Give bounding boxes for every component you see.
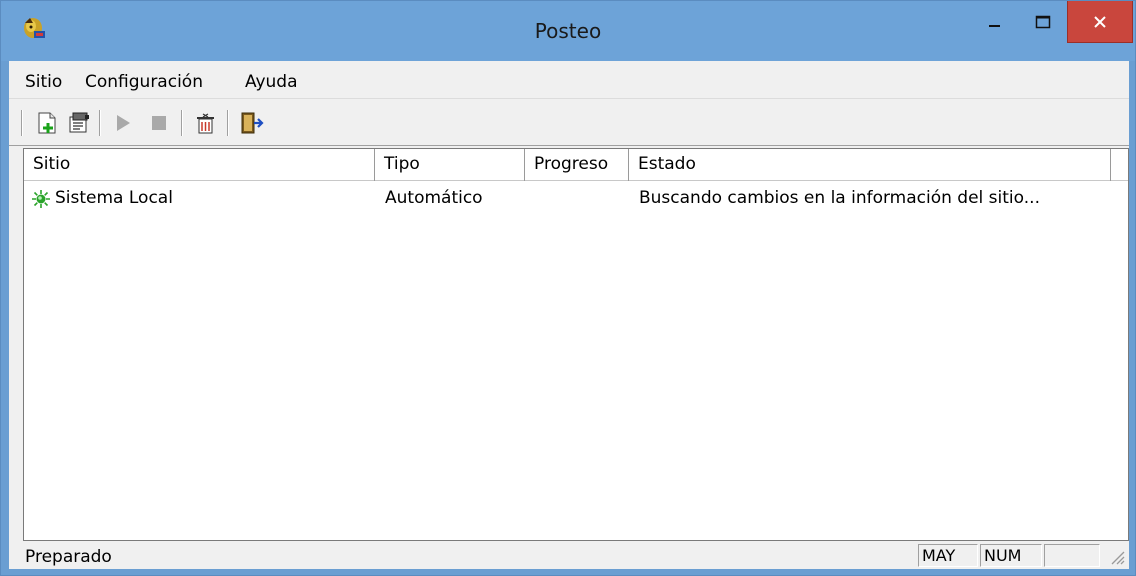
list-header: Sitio Tipo Progreso Estado bbox=[24, 149, 1128, 181]
application-window: Posteo Sitio Configuración Ayuda Sitio T… bbox=[0, 0, 1136, 576]
toolbar-separator bbox=[227, 110, 229, 136]
column-header-filler bbox=[1111, 149, 1128, 181]
status-text: Preparado bbox=[25, 547, 112, 567]
resize-grip-icon[interactable] bbox=[1107, 547, 1125, 565]
minimize-icon bbox=[989, 25, 1000, 27]
maximize-icon bbox=[1035, 15, 1051, 29]
maximize-button[interactable] bbox=[1019, 1, 1067, 43]
cell-estado: Buscando cambios en la información del s… bbox=[639, 188, 1040, 208]
status-active-icon bbox=[32, 190, 50, 208]
column-header-tipo[interactable]: Tipo bbox=[375, 149, 525, 181]
play-icon[interactable] bbox=[109, 109, 137, 137]
new-site-icon[interactable] bbox=[33, 109, 61, 137]
menu-configuracion[interactable]: Configuración bbox=[85, 72, 203, 92]
toolbar-separator bbox=[21, 110, 23, 136]
stop-icon[interactable] bbox=[145, 109, 173, 137]
exit-icon[interactable] bbox=[237, 109, 265, 137]
properties-icon[interactable] bbox=[65, 109, 93, 137]
toolbar-separator bbox=[181, 110, 183, 136]
title-bar[interactable]: Posteo bbox=[1, 1, 1135, 61]
status-panel-caps: MAY bbox=[918, 544, 978, 567]
menu-ayuda[interactable]: Ayuda bbox=[245, 72, 298, 92]
delete-icon[interactable] bbox=[191, 109, 219, 137]
list-item[interactable]: Sistema Local Automático Buscando cambio… bbox=[24, 183, 1128, 213]
cell-sitio: Sistema Local bbox=[55, 188, 173, 208]
menu-bar: Sitio Configuración Ayuda bbox=[9, 61, 1129, 99]
close-icon bbox=[1094, 15, 1106, 28]
toolbar bbox=[9, 100, 1129, 146]
status-panel-num: NUM bbox=[980, 544, 1042, 567]
window-title: Posteo bbox=[534, 19, 602, 43]
client-area: Sitio Configuración Ayuda Sitio Tipo Pro… bbox=[9, 61, 1129, 569]
status-bar: Preparado MAY NUM bbox=[9, 541, 1129, 569]
toolbar-separator bbox=[99, 110, 101, 136]
site-list[interactable]: Sitio Tipo Progreso Estado Sistema Local… bbox=[23, 148, 1129, 541]
minimize-button[interactable] bbox=[971, 1, 1019, 43]
menu-sitio[interactable]: Sitio bbox=[25, 72, 62, 92]
column-header-sitio[interactable]: Sitio bbox=[24, 149, 375, 181]
column-header-progreso[interactable]: Progreso bbox=[525, 149, 629, 181]
cell-tipo: Automático bbox=[385, 188, 483, 208]
column-header-estado[interactable]: Estado bbox=[629, 149, 1111, 181]
status-panel-scroll bbox=[1044, 544, 1100, 567]
close-button[interactable] bbox=[1067, 1, 1133, 43]
